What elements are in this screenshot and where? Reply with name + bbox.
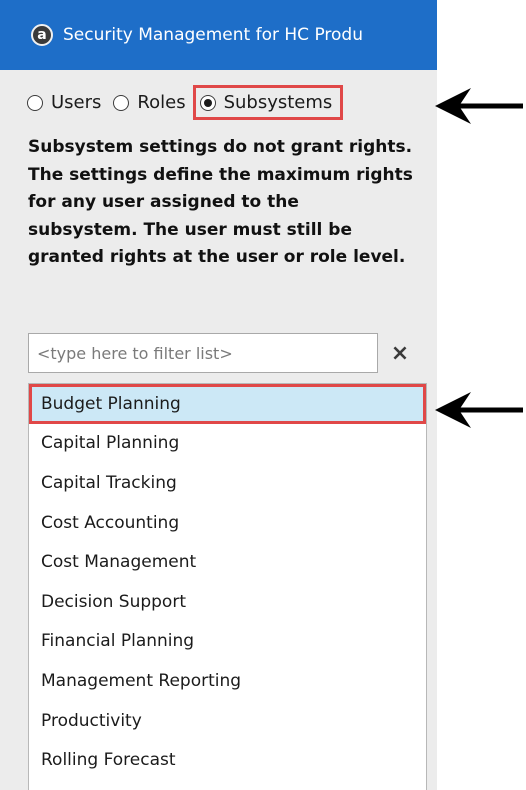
subsystem-notice: Subsystem settings do not grant rights. …	[28, 137, 413, 267]
radio-dot	[203, 98, 212, 107]
clear-filter-icon[interactable]: ×	[388, 338, 412, 368]
radio-button-selected-icon[interactable]	[199, 94, 216, 111]
radio-subsystems[interactable]: Subsystems	[192, 85, 344, 120]
list-item[interactable]: Management Reporting	[29, 661, 426, 701]
security-management-panel: a Security Management for HC Produ Users…	[0, 0, 437, 790]
list-item[interactable]: Decision Support	[29, 582, 426, 622]
radio-users-label: Users	[51, 92, 102, 113]
list-item[interactable]: Financial Planning	[29, 622, 426, 662]
radio-roles[interactable]: Roles	[113, 92, 186, 113]
app-icon: a	[31, 24, 53, 46]
list-item[interactable]: Capital Tracking	[29, 463, 426, 503]
window-title: Security Management for HC Produ	[63, 25, 363, 45]
list-item[interactable]: Cost Accounting	[29, 503, 426, 543]
radio-subsystems-label: Subsystems	[223, 92, 333, 113]
list-item[interactable]: Rolling Forecast	[29, 740, 426, 780]
filter-input[interactable]: <type here to filter list>	[28, 333, 378, 373]
list-item[interactable]: Cost Management	[29, 542, 426, 582]
title-bar: a Security Management for HC Produ	[0, 0, 437, 70]
arrow-left-icon	[435, 88, 523, 124]
radio-users[interactable]: Users	[27, 92, 101, 113]
radio-roles-label: Roles	[137, 92, 186, 113]
radio-button-icon[interactable]	[113, 94, 130, 111]
subsystem-list: Budget Planning Capital Planning Capital T…	[28, 383, 427, 790]
radio-button-icon[interactable]	[27, 94, 43, 111]
arrow-left-icon	[435, 392, 523, 428]
list-item[interactable]: Budget Planning	[29, 384, 426, 424]
mode-selector: Users Roles Subsystems	[27, 85, 352, 120]
list-item[interactable]: Capital Planning	[29, 424, 426, 464]
list-item[interactable]: Productivity	[29, 701, 426, 741]
